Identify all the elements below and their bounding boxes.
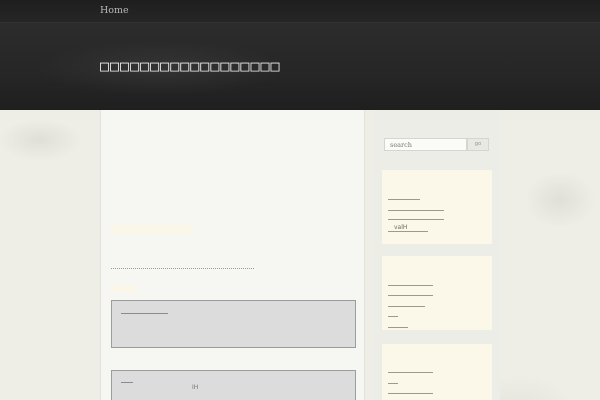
widget-line: [388, 231, 428, 232]
widget-line: [388, 327, 408, 328]
widget-line: [388, 199, 420, 200]
widget-line: [388, 393, 433, 394]
post-divider: [111, 268, 254, 269]
widget-link-label[interactable]: valH: [394, 224, 407, 231]
post-title-placeholder: [111, 225, 193, 234]
widget-line: [388, 372, 433, 373]
widget-line: [388, 210, 444, 211]
sidebar-widget: [382, 344, 492, 400]
site-title[interactable]: □□□□□□□□□□□□□□□□□□: [100, 57, 281, 75]
site-header: □□□□□□□□□□□□□□□□□□: [0, 23, 600, 110]
top-navigation-bar: Home: [0, 0, 600, 23]
sidebar-widget: valH: [382, 170, 492, 244]
widget-line: [388, 219, 444, 220]
main-content: IH: [100, 110, 365, 400]
widget-line: [388, 306, 425, 307]
comment-box: [111, 300, 356, 348]
comment-author-line: [121, 382, 133, 383]
widget-line: [388, 285, 433, 286]
widget-line: [388, 383, 398, 384]
comment-box: IH: [111, 370, 356, 400]
widget-line: [388, 316, 398, 317]
post-meta-placeholder: [111, 285, 137, 292]
sidebar: go valH: [374, 110, 500, 400]
search-button[interactable]: go: [467, 138, 489, 151]
nav-home-link[interactable]: Home: [100, 5, 129, 16]
comment-snippet: IH: [192, 384, 199, 391]
widget-line: [388, 295, 433, 296]
sidebar-widget: [382, 256, 492, 330]
comment-author-line: [121, 313, 168, 314]
search-input[interactable]: [384, 138, 467, 151]
